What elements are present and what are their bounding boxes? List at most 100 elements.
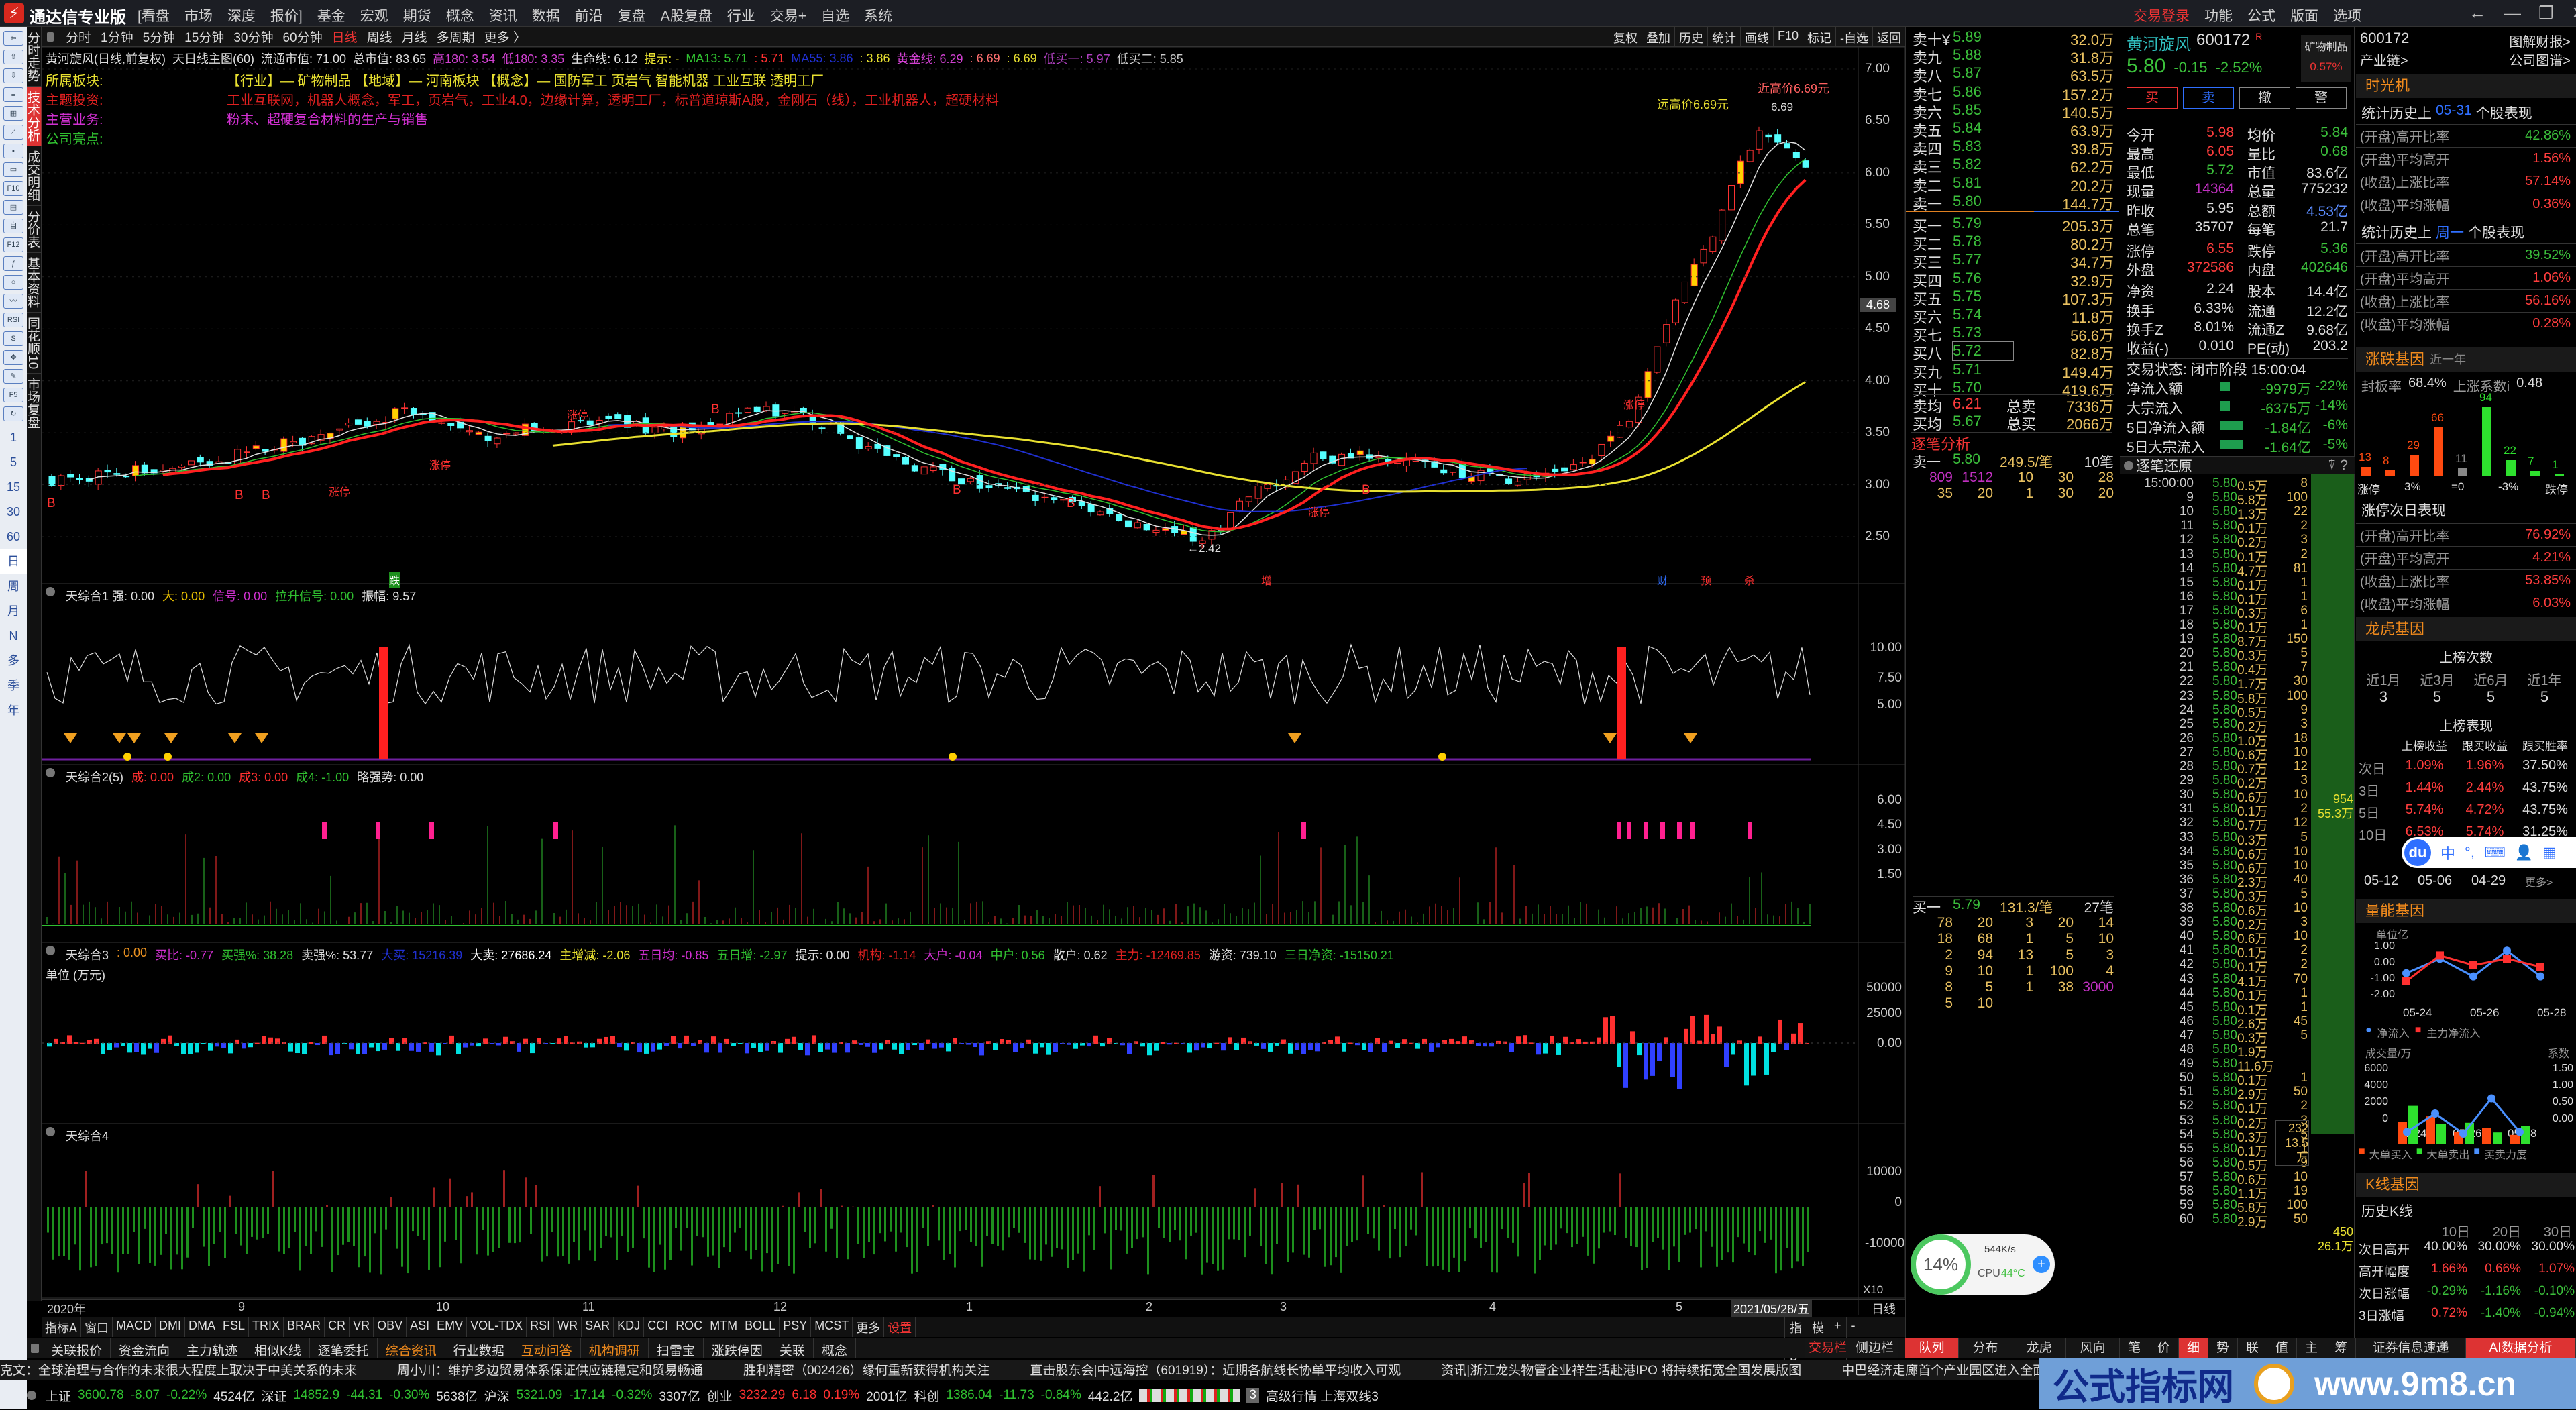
index-name[interactable]: 科创 bbox=[914, 1387, 939, 1405]
bottom-tab[interactable]: 互动问答 bbox=[513, 1338, 581, 1358]
news-item[interactable]: 克文：全球治理与合作的未来很大程度上取决于中美关系的未来 bbox=[0, 1360, 357, 1380]
system-monitor-widget[interactable]: 14% 544K/s CPU 44°C + bbox=[1911, 1234, 2055, 1295]
ime-button[interactable]: ▦ bbox=[2542, 844, 2557, 861]
bottom-tab[interactable]: 关联报价 bbox=[43, 1338, 111, 1358]
close-icon[interactable]: ✕ bbox=[2571, 3, 2576, 23]
collapse-icon[interactable] bbox=[46, 946, 55, 955]
indicator-tab[interactable]: ASI bbox=[407, 1317, 434, 1337]
tick-tab[interactable]: 值 bbox=[2267, 1338, 2297, 1358]
collapse-icon[interactable] bbox=[2124, 460, 2133, 470]
indicator-tab[interactable]: ROC bbox=[672, 1317, 707, 1337]
bottom-tab[interactable]: 机构调研 bbox=[581, 1338, 649, 1358]
buy-button[interactable]: 买 bbox=[2127, 87, 2178, 109]
orderbook-row[interactable]: 卖九 5.88 31.8万 bbox=[1913, 46, 2114, 66]
dragon-date[interactable]: 更多> bbox=[2525, 873, 2553, 889]
history-key[interactable]: 周一 bbox=[2436, 222, 2464, 242]
bottom-tab-right[interactable]: 交易栏 bbox=[1805, 1338, 1851, 1358]
news-item[interactable]: 周小川：维护多边贸易体系保证供应链稳定和贸易畅通 bbox=[397, 1360, 703, 1380]
bottom-tab[interactable]: 关联 bbox=[771, 1338, 814, 1358]
collapse-icon[interactable] bbox=[31, 1344, 39, 1353]
right-menu-item[interactable]: 选项 bbox=[2333, 5, 2361, 25]
indicator-tab[interactable]: VOL-TDX bbox=[467, 1317, 527, 1337]
tick-tab[interactable]: 价 bbox=[2149, 1338, 2179, 1358]
orderbook-row[interactable]: 买七 5.73 56.6万 bbox=[1913, 324, 2114, 344]
filter-icon[interactable]: ⍒ ? bbox=[2328, 457, 2348, 474]
baidu-ime-logo[interactable]: du bbox=[2404, 839, 2431, 866]
index-name[interactable]: 沪深 bbox=[484, 1387, 510, 1405]
orderbook-row[interactable]: 卖七 5.86 157.2万 bbox=[1913, 83, 2114, 103]
indicator-tab[interactable]: MCST bbox=[811, 1317, 853, 1337]
indicator-tab[interactable]: PSY bbox=[780, 1317, 812, 1337]
collapse-icon[interactable] bbox=[46, 768, 55, 777]
expand-icon[interactable] bbox=[27, 1391, 36, 1400]
orderbook-row[interactable]: 卖六 5.85 140.5万 bbox=[1913, 101, 2114, 121]
tick-tab[interactable]: 笔 bbox=[2120, 1338, 2149, 1358]
orderbook-row[interactable]: 买二 5.78 80.2万 bbox=[1913, 233, 2114, 253]
indicator-tab[interactable]: DMI bbox=[156, 1317, 186, 1337]
add-icon[interactable]: + bbox=[2033, 1256, 2050, 1273]
right-menu-item[interactable]: 功能 bbox=[2204, 5, 2233, 25]
indicator-tab[interactable]: CCI bbox=[644, 1317, 673, 1337]
bottom-tab[interactable]: 概念 bbox=[814, 1338, 856, 1358]
right-menu-item[interactable]: 交易登录 bbox=[2133, 5, 2190, 25]
indicator-tab[interactable]: 更多 bbox=[853, 1317, 885, 1337]
industry-chain-link[interactable]: 产业链> bbox=[2360, 50, 2408, 69]
orderbook-row[interactable]: 买四 5.76 32.9万 bbox=[1913, 270, 2114, 290]
cancel-button[interactable]: 撤 bbox=[2239, 87, 2290, 109]
dragon-date[interactable]: 04-29 bbox=[2471, 873, 2506, 889]
info-tab[interactable]: AI数据分析 bbox=[2466, 1338, 2576, 1358]
ime-button[interactable]: ⌨ bbox=[2484, 844, 2506, 861]
bottom-tab[interactable]: 逐笔委托 bbox=[310, 1338, 378, 1358]
financial-report-link[interactable]: 图解财报> bbox=[2509, 31, 2571, 50]
indicator-tab[interactable]: SAR bbox=[582, 1317, 614, 1337]
indicator-tab[interactable]: RSI bbox=[527, 1317, 555, 1337]
minimize-icon[interactable]: — bbox=[2504, 3, 2521, 23]
kline-chart[interactable] bbox=[0, 0, 1905, 1315]
ime-button[interactable]: 👤 bbox=[2515, 844, 2533, 861]
orderbook-row[interactable]: 买六 5.74 11.8万 bbox=[1913, 306, 2114, 326]
index-name[interactable]: 创业 bbox=[707, 1387, 733, 1405]
bottom-tab[interactable]: 相似K线 bbox=[246, 1338, 310, 1358]
index-name[interactable]: 上证 bbox=[46, 1387, 71, 1405]
orderbook-tab[interactable]: 风向 bbox=[2066, 1338, 2120, 1358]
tick-tab[interactable]: 联 bbox=[2238, 1338, 2267, 1358]
bottom-tab[interactable]: 扫雷宝 bbox=[649, 1338, 704, 1358]
bottom-tab[interactable]: 资金流向 bbox=[111, 1338, 179, 1358]
orderbook-row[interactable]: 卖一 5.80 144.7万 bbox=[1913, 193, 2114, 213]
orderbook-row[interactable]: 卖二 5.81 20.2万 bbox=[1913, 174, 2114, 195]
indicator-tab[interactable]: MTM bbox=[706, 1317, 742, 1337]
news-item[interactable]: 胜利精密（002426）缘何重新获得机构关注 bbox=[743, 1360, 989, 1380]
news-item[interactable]: 资讯|浙江龙头物管企业祥生活赴港IPO 将持续拓宽全国发展版图 bbox=[1441, 1360, 1801, 1380]
orderbook-row[interactable]: 卖八 5.87 63.5万 bbox=[1913, 64, 2114, 85]
ime-button[interactable]: 中 bbox=[2440, 842, 2455, 863]
orderbook-row[interactable]: 买五 5.75 107.3万 bbox=[1913, 288, 2114, 308]
orderbook-row[interactable]: 卖十¥ 5.89 32.0万 bbox=[1913, 28, 2114, 48]
tick-tab[interactable]: 细 bbox=[2179, 1338, 2208, 1358]
tick-tab[interactable]: 主 bbox=[2297, 1338, 2326, 1358]
collapse-icon[interactable] bbox=[46, 1127, 55, 1136]
tick-tab[interactable]: 势 bbox=[2208, 1338, 2238, 1358]
indicator-tab[interactable]: BOLL bbox=[741, 1317, 780, 1337]
bottom-tab[interactable]: 主力轨迹 bbox=[178, 1338, 247, 1358]
indicator-tab[interactable]: 窗口 bbox=[81, 1317, 113, 1337]
indicator-tab[interactable]: 设置 bbox=[884, 1317, 916, 1337]
indicator-tab[interactable]: VR bbox=[350, 1317, 374, 1337]
bottom-tab-right[interactable]: 侧边栏 bbox=[1851, 1338, 1898, 1358]
company-map-link[interactable]: 公司图谱> bbox=[2509, 50, 2571, 69]
back-icon[interactable]: ← bbox=[2469, 3, 2486, 23]
orderbook-tab[interactable]: 队列 bbox=[1905, 1338, 1959, 1358]
ime-button[interactable]: °, bbox=[2465, 844, 2475, 861]
bottom-tab[interactable]: 涨跌停因 bbox=[704, 1338, 771, 1358]
ime-toolbar[interactable]: du 中 °, ⌨ 👤 ▦ bbox=[2402, 837, 2576, 868]
tick-tab[interactable]: 筹 bbox=[2326, 1338, 2356, 1358]
indicator-tab[interactable]: CR bbox=[325, 1317, 350, 1337]
dragon-date[interactable]: 05-12 bbox=[2364, 873, 2398, 889]
sell-button[interactable]: 卖 bbox=[2183, 87, 2234, 109]
info-tab[interactable]: 证券信息速递 bbox=[2356, 1338, 2466, 1358]
orderbook-tab[interactable]: 龙虎 bbox=[2012, 1338, 2066, 1358]
indicator-tab[interactable]: 指标A bbox=[42, 1317, 82, 1337]
orderbook-row[interactable]: 买八 5.72 82.8万 bbox=[1913, 341, 2114, 362]
orderbook-row[interactable]: 卖四 5.83 39.8万 bbox=[1913, 138, 2114, 158]
orderbook-row[interactable]: 卖五 5.84 63.9万 bbox=[1913, 119, 2114, 140]
indicator-tab[interactable]: KDJ bbox=[614, 1317, 645, 1337]
